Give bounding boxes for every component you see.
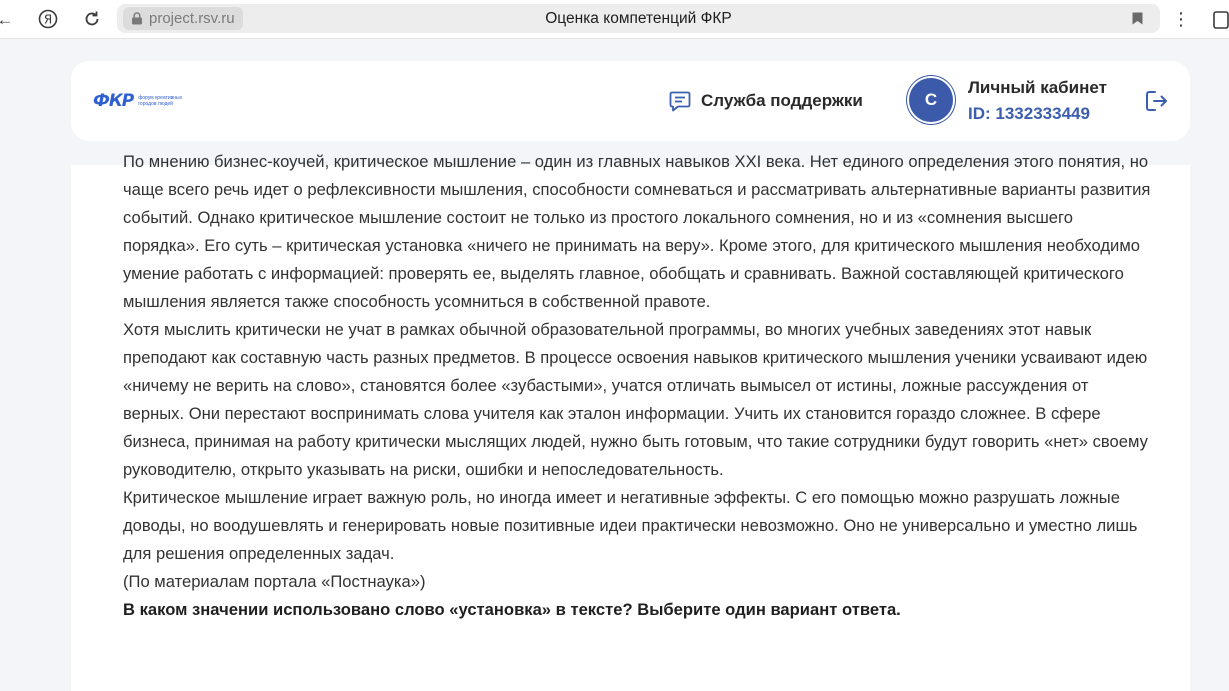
content-card: По мнению бизнес-коучей, критическое мыш… xyxy=(71,141,1190,691)
fkr-logo[interactable]: ФКР форум креативных городов людей xyxy=(93,90,184,112)
svg-text:Я: Я xyxy=(44,13,52,27)
browser-page-title: Оценка компетенций ФКР xyxy=(545,10,732,27)
article-paragraph: По мнению бизнес-коучей, критическое мыш… xyxy=(123,152,1151,311)
support-link[interactable]: Служба поддержки xyxy=(668,88,863,114)
article-paragraph: Хотя мыслить критически не учат в рамках… xyxy=(123,320,1148,479)
url-text: project.rsv.ru xyxy=(149,10,235,27)
back-arrow-icon[interactable]: ← xyxy=(0,6,18,32)
article-text: По мнению бизнес-коучей, критическое мыш… xyxy=(123,148,1153,624)
reload-icon[interactable] xyxy=(79,6,105,32)
url-chip[interactable]: project.rsv.ru xyxy=(123,7,243,30)
logo-subtitle: форум креативных городов людей xyxy=(138,95,183,107)
support-label: Служба поддержки xyxy=(701,91,863,110)
account-title[interactable]: Личный кабинет xyxy=(968,78,1107,98)
site-header: ФКР форум креативных городов людей Служб… xyxy=(71,61,1190,141)
account-id: ID: 1332333449 xyxy=(968,104,1090,123)
bookmark-icon[interactable] xyxy=(1132,12,1143,25)
extension-icon[interactable] xyxy=(1212,8,1229,30)
article-paragraph: Критическое мышление играет важную роль,… xyxy=(123,488,1138,563)
address-bar[interactable]: project.rsv.ru Оценка компетенций ФКР xyxy=(117,4,1160,33)
avatar[interactable]: С xyxy=(909,78,953,122)
article-source: (По материалам портала «Постнаука») xyxy=(123,572,426,591)
yandex-icon[interactable]: Я xyxy=(35,6,61,32)
menu-kebab-icon[interactable]: ⋮ xyxy=(1172,6,1190,32)
logout-icon[interactable] xyxy=(1144,89,1170,113)
lock-icon xyxy=(132,12,142,25)
browser-toolbar: ← Я project.rsv.ru Оценка компетенций ФК… xyxy=(0,0,1229,39)
chat-icon xyxy=(669,91,691,112)
question-text: В каком значении использовано слово «уст… xyxy=(123,600,901,619)
logo-mark: ФКР xyxy=(93,91,134,111)
